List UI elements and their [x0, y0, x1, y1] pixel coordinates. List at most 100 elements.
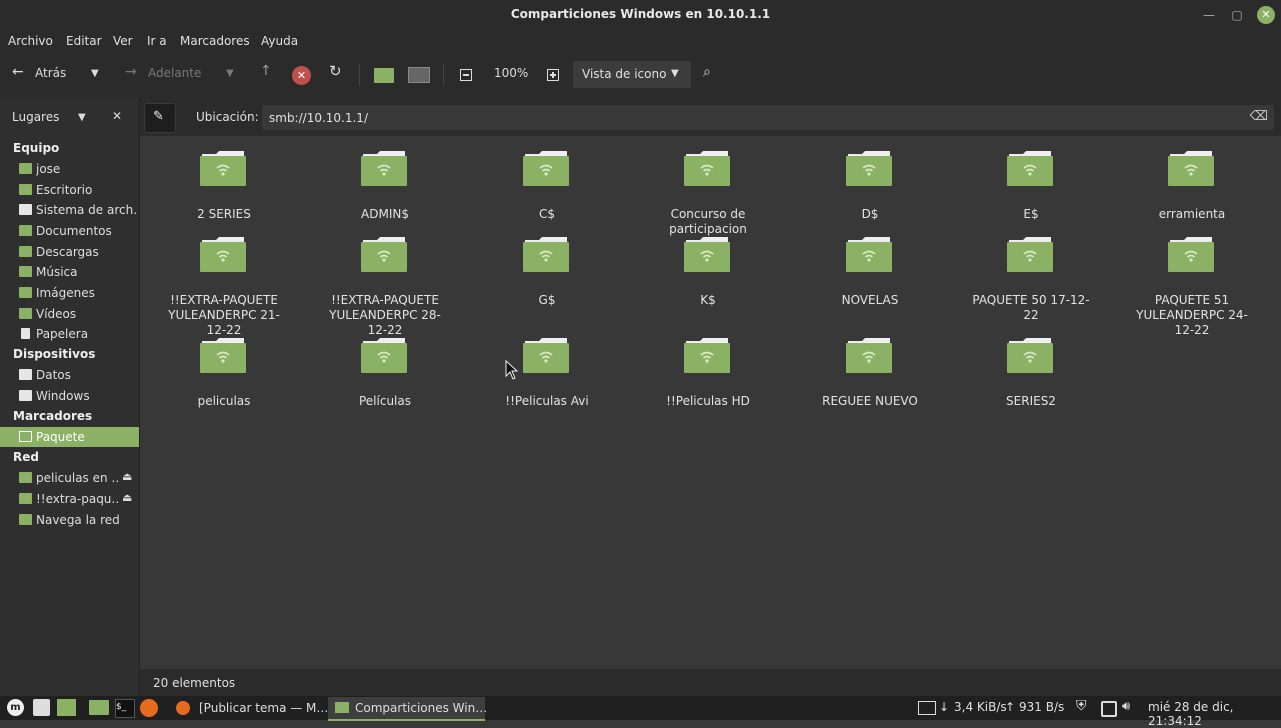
download-arrow-icon: ↓: [939, 700, 950, 714]
terminal-icon[interactable]: $_: [115, 699, 135, 718]
network-folder-icon: [684, 337, 730, 373]
trash-icon: [21, 328, 30, 339]
mint-menu-icon[interactable]: m: [7, 699, 24, 716]
menu-ver[interactable]: Ver: [113, 34, 133, 48]
eject-icon[interactable]: ⏏: [122, 491, 132, 504]
sidebar-item-jose[interactable]: jose: [0, 159, 139, 179]
network-folder-icon: [846, 150, 892, 186]
location-input[interactable]: smb://10.10.1.1/ ⌫: [261, 104, 1275, 131]
file-name: !!Peliculas HD: [666, 394, 750, 408]
section-red: Red: [13, 450, 39, 464]
sidebar-item-extra-paquete-network[interactable]: !!extra-paqu… ⏏: [0, 489, 139, 509]
menu-marcadores[interactable]: Marcadores: [180, 34, 250, 48]
software-manager-icon[interactable]: [33, 699, 50, 716]
sidebar-item-datos[interactable]: Datos: [0, 365, 139, 385]
file-grid: 2 SERIES ADMIN$ C$ Concurso de participa…: [140, 136, 1281, 669]
menu-ayuda[interactable]: Ayuda: [261, 34, 298, 48]
net-up-speed: 931 B/s: [1019, 700, 1065, 714]
taskbar-window-nemo[interactable]: Comparticiones Win…: [328, 697, 488, 721]
network-folder-icon: [1007, 236, 1053, 272]
folder-icon: [19, 184, 32, 195]
places-selector[interactable]: Lugares: [12, 110, 59, 124]
view-mode-label: Vista de icono: [582, 67, 667, 81]
stop-icon[interactable]: ✕: [292, 66, 311, 85]
menu-ir-a[interactable]: Ir a: [147, 34, 167, 48]
folder-network-icon: [19, 493, 32, 504]
eject-icon[interactable]: ⏏: [122, 470, 132, 483]
network-folder-icon: [200, 150, 246, 186]
up-arrow-icon[interactable]: ↑: [260, 63, 272, 79]
taskbar-window-label: Comparticiones Win…: [355, 701, 488, 715]
edit-location-button[interactable]: ✎: [144, 103, 176, 133]
search-icon[interactable]: ⌕: [703, 64, 711, 80]
sidebar-item-filesystem[interactable]: Sistema de arch…: [0, 200, 139, 220]
sidebar-item-papelera[interactable]: Papelera: [0, 324, 139, 344]
close-sidebar-icon[interactable]: ✕: [112, 109, 122, 123]
sidebar-item-paquete[interactable]: Paquete: [0, 427, 139, 447]
forward-button[interactable]: Adelante: [148, 66, 201, 80]
minimize-icon[interactable]: —: [1200, 6, 1218, 24]
sidebar-item-documentos[interactable]: Documentos: [0, 221, 139, 241]
zoom-in-icon[interactable]: [547, 69, 559, 81]
sidebar-item-label: Documentos: [36, 224, 112, 238]
window-title: Comparticiones Windows en 10.10.1.1: [510, 7, 771, 21]
sidebar-item-label: Música: [36, 265, 78, 279]
sidebar-item-label: jose: [36, 162, 61, 176]
close-icon[interactable]: ✕: [1257, 6, 1275, 24]
clock[interactable]: mié 28 de dic, 21:34:12: [1148, 700, 1281, 728]
sidebar-item-label: Windows: [36, 389, 90, 403]
maximize-icon[interactable]: ▢: [1228, 6, 1246, 24]
clipboard-icon[interactable]: [1101, 701, 1117, 717]
forward-arrow-icon[interactable]: →: [125, 64, 137, 80]
sidebar-item-navega-la-red[interactable]: Navega la red: [0, 510, 139, 530]
back-arrow-icon[interactable]: ←: [12, 64, 24, 80]
folder-icon: [19, 431, 32, 442]
zoom-out-icon[interactable]: [460, 69, 472, 81]
network-folder-icon: [846, 236, 892, 272]
file-name: C$: [538, 207, 555, 221]
volume-icon[interactable]: 🔊︎: [1122, 699, 1130, 714]
folder-download-icon: [19, 246, 32, 257]
folder-icon: [19, 225, 32, 236]
sidebar-item-musica[interactable]: Música: [0, 262, 139, 282]
file-name: Concurso de participacion: [669, 207, 747, 236]
sidebar-header: Lugares ▼ ✕: [0, 98, 139, 136]
taskbar-window-firefox[interactable]: [Publicar tema — M…: [168, 697, 328, 719]
sidebar: Lugares ▼ ✕ Equipo jose Escritorio Siste…: [0, 98, 140, 696]
computer-icon[interactable]: [408, 67, 430, 83]
network-folder-icon: [361, 150, 407, 186]
file-name: PAQUETE 51 YULEANDERPC 24-12-22: [1136, 293, 1248, 337]
sidebar-item-windows[interactable]: Windows: [0, 386, 139, 406]
view-mode-select[interactable]: Vista de icono ▼: [573, 61, 691, 88]
file-name: NOVELAS: [841, 293, 899, 307]
menu-editar[interactable]: Editar: [66, 34, 102, 48]
reload-icon[interactable]: ↻: [329, 62, 342, 80]
firefox-icon[interactable]: [140, 699, 158, 717]
home-folder-icon[interactable]: [374, 68, 394, 83]
files-launcher-icon[interactable]: [89, 700, 109, 715]
network-folder-icon: [523, 150, 569, 186]
clear-input-icon[interactable]: ⌫: [1250, 109, 1268, 124]
back-history-chevron-icon[interactable]: ▼: [91, 68, 99, 79]
monitor-icon[interactable]: [918, 701, 936, 715]
status-bar: 20 elementos: [140, 669, 1281, 696]
back-button[interactable]: Atrás: [35, 66, 66, 80]
forward-history-chevron-icon[interactable]: ▼: [226, 68, 234, 79]
shield-icon[interactable]: ⛨: [1076, 698, 1087, 714]
file-name: peliculas: [197, 394, 251, 408]
title-bar: Comparticiones Windows en 10.10.1.1 — ▢ …: [0, 0, 1281, 30]
folder-network-icon: [19, 472, 32, 483]
sidebar-item-escritorio[interactable]: Escritorio: [0, 180, 139, 200]
menu-archivo[interactable]: Archivo: [8, 34, 53, 48]
sidebar-item-label: Vídeos: [36, 307, 77, 321]
sidebar-item-videos[interactable]: Vídeos: [0, 304, 139, 324]
chevron-down-icon[interactable]: ▼: [78, 112, 86, 123]
section-equipo: Equipo: [13, 141, 60, 155]
desktop-icon[interactable]: [57, 699, 76, 716]
file-name: D$: [861, 207, 879, 221]
sidebar-item-descargas[interactable]: Descargas: [0, 242, 139, 262]
network-folder-icon: [1007, 150, 1053, 186]
sidebar-item-peliculas-network[interactable]: peliculas en … ⏏: [0, 468, 139, 488]
sidebar-item-imagenes[interactable]: Imágenes: [0, 283, 139, 303]
network-folder-icon: [523, 236, 569, 272]
